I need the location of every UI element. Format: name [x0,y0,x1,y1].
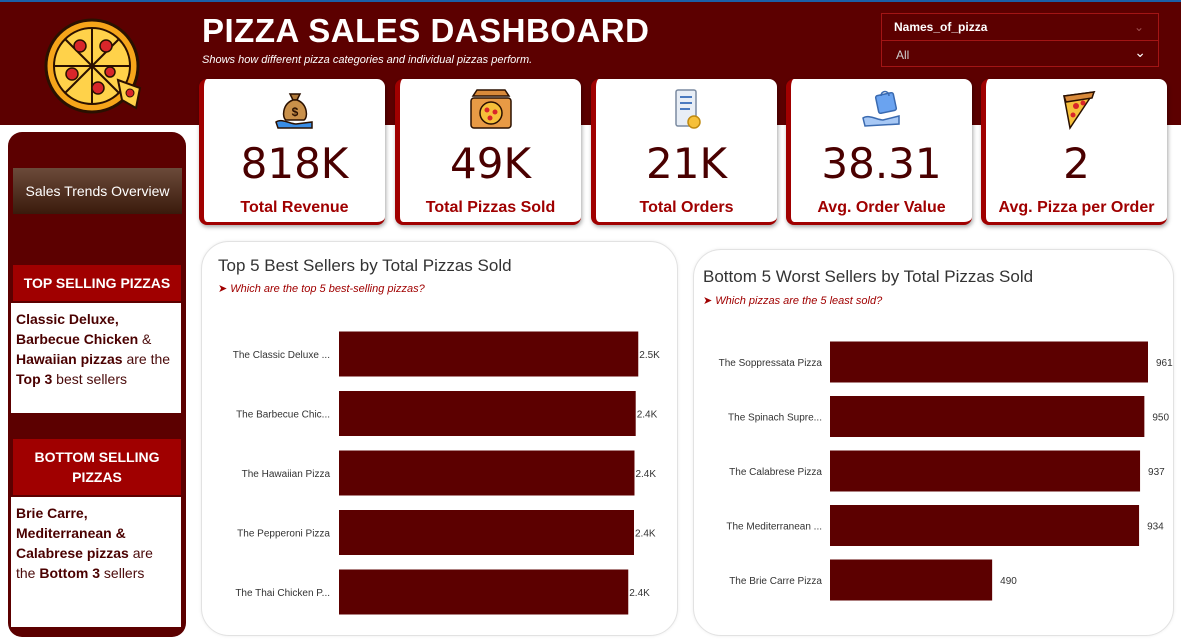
data-label: 2.4K [635,469,656,480]
bottom-selling-insight: Brie Carre, Mediterranean & Calabrese pi… [11,497,181,627]
bar-3[interactable] [339,450,635,496]
category-label: The Soppressata Pizza [719,358,823,369]
kpi-total-pizzas-sold: 49K Total Pizzas Sold [395,79,581,225]
kpi-label: Total Orders [639,199,734,216]
bar-5[interactable] [339,569,629,615]
top-selling-insight: Classic Deluxe, Barbecue Chicken & Hawai… [11,303,181,413]
data-label: 937 [1148,467,1165,478]
data-label: 961 [1156,358,1173,369]
kpi-avg-order-value: 38.31 Avg. Order Value [786,79,972,225]
bar-4[interactable] [339,510,634,555]
top-selling-heading: TOP SELLING PIZZAS [13,265,181,301]
category-label: The Barbecue Chic... [236,410,330,421]
data-label: 490 [1000,576,1017,587]
insight-text: sellers [100,565,145,581]
money-bag-icon: $ [270,87,320,133]
insight-text: Calabrese pizzas [16,545,129,561]
kpi-label: Total Pizzas Sold [425,199,556,216]
kpi-label: Avg. Pizza per Order [998,199,1155,216]
insight-text: Top 3 [16,371,53,387]
slicer-divider [882,40,1158,41]
bar-1[interactable] [830,341,1148,383]
category-label: The Pepperoni Pizza [237,529,330,540]
data-label: 2.4K [635,529,656,540]
worst-sellers-bar-chart: The Soppressata Pizza 961 The Spinach Supr… [719,341,1173,601]
slicer-label: Names_of_pizza [894,20,988,34]
insight-text: Brie Carre, [16,505,88,521]
bar-2[interactable] [339,391,636,436]
category-label: The Thai Chicken P... [235,588,330,599]
dashboard-title: PIZZA SALES DASHBOARD [202,12,650,49]
bar-2[interactable] [830,396,1145,437]
shopping-bag-hand-icon [857,87,907,133]
insight-text: Mediterranean & [16,525,126,541]
insight-text: Bottom 3 [39,565,101,581]
pizza-name-slicer[interactable]: Names_of_pizza ⌄ All ⌄ [881,13,1159,67]
category-label: The Calabrese Pizza [729,467,822,478]
kpi-value: 21K [646,139,727,188]
kpi-value: 818K [240,139,349,188]
pizza-slice-icon [1052,87,1102,133]
category-label: The Spinach Supre... [728,413,822,424]
category-label: The Hawaiian Pizza [242,469,331,480]
kpi-avg-pizza-per-order: 2 Avg. Pizza per Order [981,79,1167,225]
bar-3[interactable] [830,450,1141,492]
insight-text: & [138,331,152,347]
insight-text: Barbecue Chicken [16,331,139,347]
kpi-value: 38.31 [821,139,942,188]
sales-trends-button[interactable]: Sales Trends Overview [13,168,182,214]
bar-4[interactable] [830,505,1140,546]
pizza-logo-icon [40,16,150,116]
data-label: 2.5K [639,350,660,361]
kpi-label: Total Revenue [240,199,349,216]
kpi-value: 49K [450,139,531,188]
kpi-value: 2 [1063,139,1090,188]
category-label: The Brie Carre Pizza [729,576,822,587]
category-label: The Mediterranean ... [726,522,822,533]
insight-text: are the [122,351,171,367]
insight-text: Hawaiian pizzas [16,351,123,367]
receipt-icon [662,87,712,133]
top-sellers-bar-chart: The Classic Deluxe ... 2.5K The Barbecue C… [233,331,660,615]
data-label: 950 [1152,413,1169,424]
worst-sellers-chart-card: Bottom 5 Worst Sellers by Total Pizzas S… [693,249,1174,636]
data-label: 934 [1147,522,1164,533]
slicer-selected-value[interactable]: All [896,48,909,62]
top-sellers-chart-card: Top 5 Best Sellers by Total Pizzas Sold … [201,241,678,636]
bar-1[interactable] [339,331,639,377]
chevron-down-icon[interactable]: ⌄ [1134,44,1146,61]
category-label: The Classic Deluxe ... [233,350,330,361]
kpi-label: Avg. Order Value [817,199,946,216]
kpi-total-revenue: $ 818K Total Revenue [199,79,385,225]
bottom-selling-heading: BOTTOM SELLING PIZZAS [13,439,181,495]
chevron-down-icon[interactable]: ⌄ [1134,20,1144,34]
bar-5[interactable] [830,559,993,601]
insight-text: Classic Deluxe, [16,311,119,327]
pizza-box-icon [466,87,516,133]
insight-text: best sellers [52,371,127,387]
svg-text:$: $ [291,105,298,119]
data-label: 2.4K [637,410,658,421]
data-label: 2.4K [629,588,650,599]
dashboard-subtitle: Shows how different pizza categories and… [202,54,533,66]
kpi-total-orders: 21K Total Orders [591,79,777,225]
